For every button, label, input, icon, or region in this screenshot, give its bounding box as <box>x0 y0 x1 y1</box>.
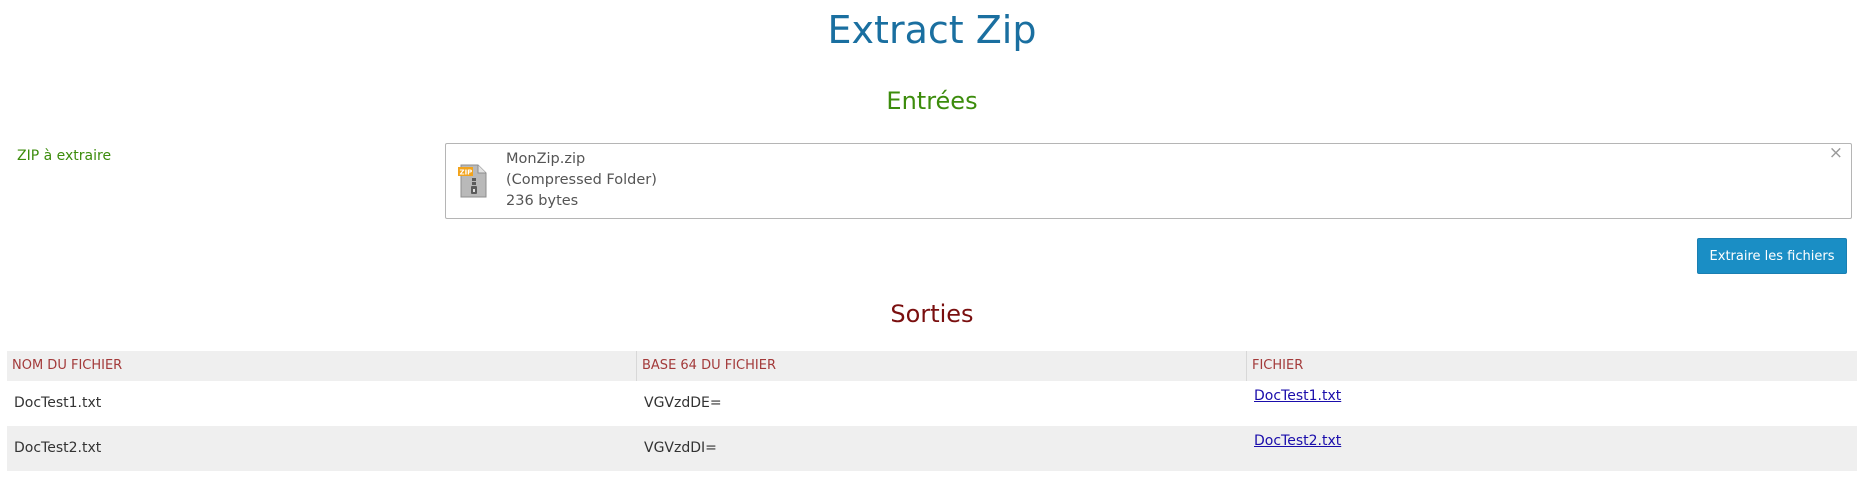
output-files-table: NOM DU FICHIER BASE 64 DU FICHIER FICHIE… <box>7 351 1857 471</box>
base64-text: VGVzdDI= <box>644 440 717 456</box>
page: Extract Zip Entrées ZIP à extraire ZIP M… <box>0 0 1864 503</box>
column-header-base64[interactable]: BASE 64 DU FICHIER <box>637 351 1247 381</box>
table-cell-base64: VGVzdDI= <box>637 426 1247 471</box>
page-title: Extract Zip <box>827 8 1037 52</box>
table-cell-file: DocTest2.txt <box>1247 426 1857 471</box>
remove-file-icon[interactable]: × <box>1829 145 1843 162</box>
zip-file-type: (Compressed Folder) <box>506 172 657 188</box>
base64-text: VGVzdDE= <box>644 395 722 411</box>
outputs-heading: Sorties <box>890 300 974 328</box>
table-row: DocTest1.txt VGVzdDE= DocTest1.txt <box>7 381 1857 426</box>
svg-text:ZIP: ZIP <box>460 169 473 177</box>
table-header: NOM DU FICHIER BASE 64 DU FICHIER FICHIE… <box>7 351 1857 381</box>
file-download-link[interactable]: DocTest1.txt <box>1254 388 1341 404</box>
zip-field-label: ZIP à extraire <box>17 148 112 164</box>
zip-file-details: MonZip.zip (Compressed Folder) 236 bytes <box>506 149 657 212</box>
file-download-link[interactable]: DocTest2.txt <box>1254 433 1341 449</box>
table-cell-base64: VGVzdDE= <box>637 381 1247 426</box>
table-row: DocTest2.txt VGVzdDI= DocTest2.txt <box>7 426 1857 471</box>
column-header-file[interactable]: FICHIER <box>1247 351 1857 381</box>
column-header-file-name[interactable]: NOM DU FICHIER <box>7 351 637 381</box>
zip-file-name: MonZip.zip <box>506 151 586 167</box>
zip-file-size: 236 bytes <box>506 193 579 209</box>
zip-file-icon: ZIP <box>458 164 488 198</box>
table-cell-file: DocTest1.txt <box>1247 381 1857 426</box>
zip-file-dropzone[interactable]: ZIP MonZip.zip (Compressed Folder) 236 b… <box>445 143 1852 219</box>
inputs-heading: Entrées <box>886 87 978 115</box>
file-name-text: DocTest1.txt <box>14 395 102 411</box>
file-name-text: DocTest2.txt <box>14 440 102 456</box>
table-cell-file-name: DocTest1.txt <box>7 381 637 426</box>
extract-files-button[interactable]: Extraire les fichiers <box>1697 238 1847 274</box>
table-cell-file-name: DocTest2.txt <box>7 426 637 471</box>
